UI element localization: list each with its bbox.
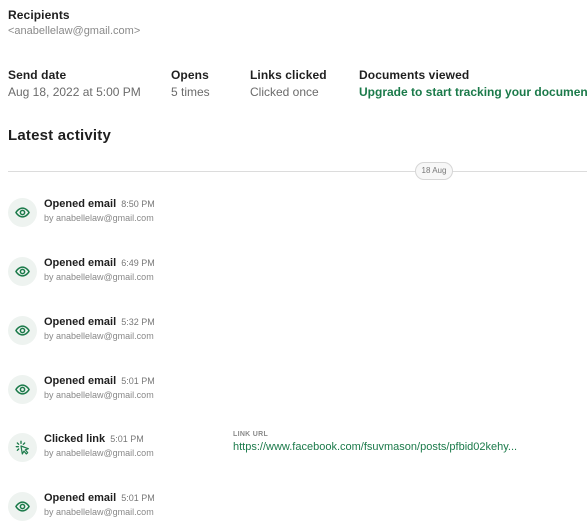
stat-links-clicked: Links clicked Clicked once xyxy=(250,68,327,99)
activity-by: by anabellelaw@gmail.com xyxy=(44,390,154,400)
activity-item: Opened email 6:49 PM by anabellelaw@gmai… xyxy=(8,257,587,289)
date-separator-pill: 18 Aug xyxy=(415,162,453,180)
activity-by: by anabellelaw@gmail.com xyxy=(44,331,154,341)
activity-by: by anabellelaw@gmail.com xyxy=(44,448,154,458)
stat-send-date: Send date Aug 18, 2022 at 5:00 PM xyxy=(8,68,141,99)
stat-opens: Opens 5 times xyxy=(171,68,210,99)
stat-documents-viewed: Documents viewed Upgrade to start tracki… xyxy=(359,68,587,99)
activity-time: 5:01 PM xyxy=(110,434,144,444)
opens-label: Opens xyxy=(171,68,209,82)
links-clicked-value: Clicked once xyxy=(250,85,319,99)
eye-icon xyxy=(8,375,37,404)
activity-action: Opened email xyxy=(44,492,117,504)
activity-action: Opened email xyxy=(44,316,117,328)
click-icon xyxy=(8,433,37,462)
opens-value: 5 times xyxy=(171,85,210,99)
eye-icon xyxy=(8,492,37,521)
eye-icon xyxy=(8,198,37,227)
activity-by: by anabellelaw@gmail.com xyxy=(44,213,154,223)
activity-time: 5:01 PM xyxy=(121,376,155,386)
timeline-divider xyxy=(8,171,587,172)
links-clicked-label: Links clicked xyxy=(250,68,327,82)
latest-activity-title: Latest activity xyxy=(8,127,112,144)
recipients-section: Recipients <anabellelaw@gmail.com> xyxy=(8,8,140,37)
send-date-value: Aug 18, 2022 at 5:00 PM xyxy=(8,85,141,99)
activity-by: by anabellelaw@gmail.com xyxy=(44,507,154,517)
activity-item: Opened email 5:01 PM by anabellelaw@gmai… xyxy=(8,492,587,524)
link-url-block: LINK URL https://www.facebook.com/fsuvma… xyxy=(233,431,517,453)
activity-by: by anabellelaw@gmail.com xyxy=(44,272,154,282)
activity-action: Opened email xyxy=(44,257,117,269)
activity-item: Opened email 8:50 PM by anabellelaw@gmai… xyxy=(8,198,587,230)
activity-action: Opened email xyxy=(44,375,117,387)
activity-time: 5:32 PM xyxy=(121,317,155,327)
recipients-label: Recipients xyxy=(8,8,70,22)
activity-time: 8:50 PM xyxy=(121,199,155,209)
activity-action: Opened email xyxy=(44,198,117,210)
eye-icon xyxy=(8,257,37,286)
link-url[interactable]: https://www.facebook.com/fsuvmason/posts… xyxy=(233,441,517,453)
upgrade-link[interactable]: Upgrade to start tracking your documents xyxy=(359,85,587,99)
stats-row: Send date Aug 18, 2022 at 5:00 PM Opens … xyxy=(0,68,587,100)
activity-item: Opened email 5:32 PM by anabellelaw@gmai… xyxy=(8,316,587,348)
send-date-label: Send date xyxy=(8,68,67,82)
activity-item: Clicked link 5:01 PM by anabellelaw@gmai… xyxy=(8,431,587,465)
recipients-email: <anabellelaw@gmail.com> xyxy=(8,25,141,37)
activity-time: 5:01 PM xyxy=(121,493,155,503)
eye-icon xyxy=(8,316,37,345)
activity-action: Clicked link xyxy=(44,433,106,445)
link-url-label: LINK URL xyxy=(233,431,269,438)
activity-item: Opened email 5:01 PM by anabellelaw@gmai… xyxy=(8,375,587,407)
documents-viewed-label: Documents viewed xyxy=(359,68,470,82)
activity-time: 6:49 PM xyxy=(121,258,155,268)
